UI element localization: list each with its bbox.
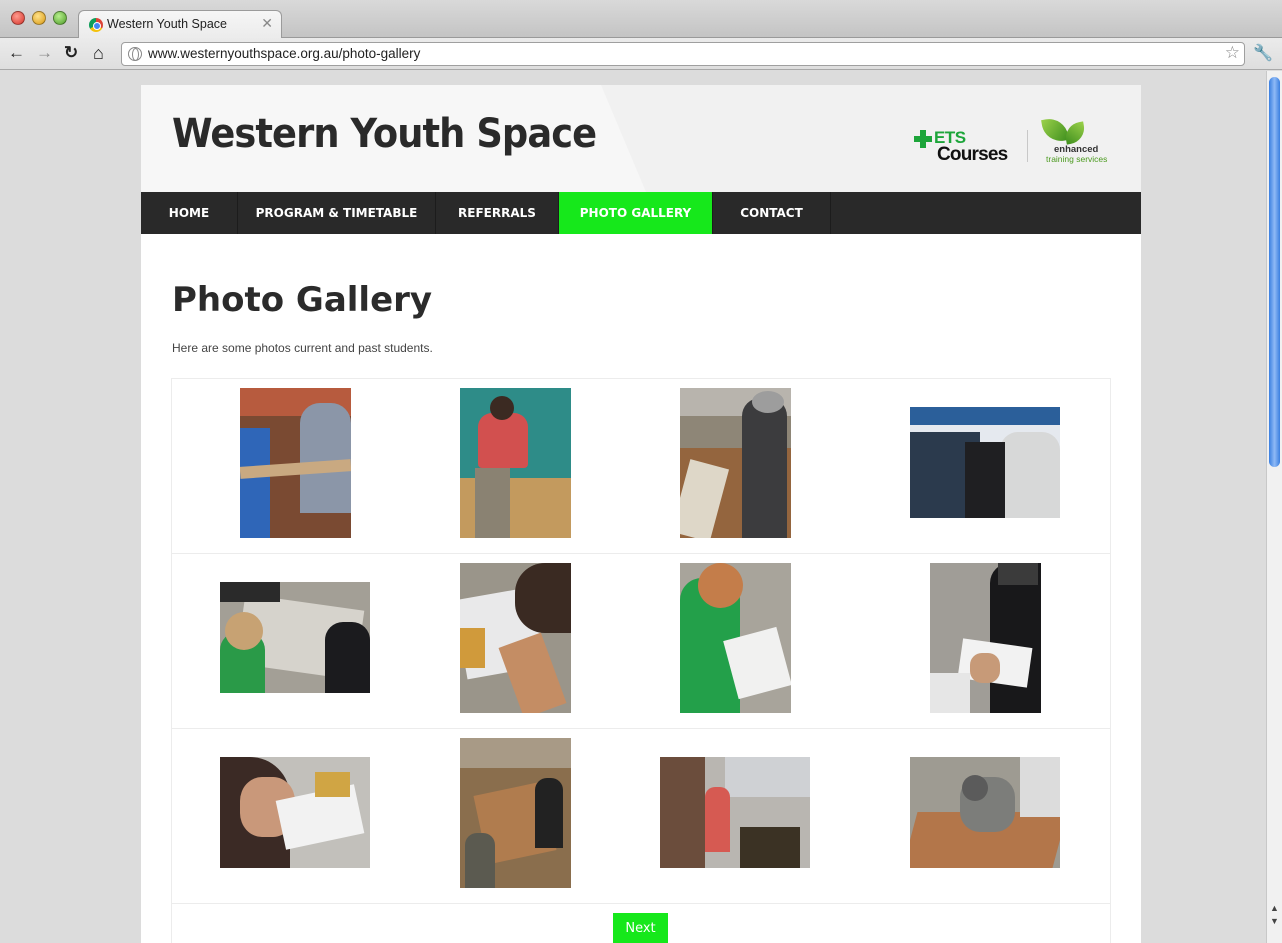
scroll-up-arrow-icon[interactable]: ▲ xyxy=(1270,903,1279,913)
gallery-row xyxy=(172,379,1110,554)
star-icon[interactable]: ☆ xyxy=(1225,43,1240,63)
gallery-photo[interactable] xyxy=(680,563,791,713)
window-zoom-button[interactable] xyxy=(53,11,67,25)
scrollbar-thumb[interactable] xyxy=(1269,77,1280,467)
nav-program-timetable[interactable]: PROGRAM & TIMETABLE xyxy=(238,192,436,234)
window-close-button[interactable] xyxy=(11,11,25,25)
page-title: Photo Gallery xyxy=(172,280,433,320)
gallery-row xyxy=(172,554,1110,729)
photo-gallery-grid xyxy=(171,378,1111,943)
reload-icon[interactable]: ↻ xyxy=(64,42,78,64)
gallery-photo[interactable] xyxy=(240,388,351,538)
address-bar[interactable]: www.westernyouthspace.org.au/photo-galle… xyxy=(121,42,1245,66)
leaf-icon xyxy=(1063,121,1087,145)
browser-titlebar: Western Youth Space ✕ xyxy=(0,0,1282,39)
nav-photo-gallery[interactable]: PHOTO GALLERY xyxy=(559,192,713,234)
nav-contact[interactable]: CONTACT xyxy=(713,192,831,234)
gallery-photo[interactable] xyxy=(660,757,810,868)
page-viewport: Western Youth Space ETS Courses enhanced… xyxy=(0,71,1266,943)
nav-referrals[interactable]: REFERRALS xyxy=(436,192,559,234)
main-navigation: HOME PROGRAM & TIMETABLE REFERRALS PHOTO… xyxy=(141,192,1141,234)
wrench-icon[interactable]: 🔧 xyxy=(1253,43,1273,63)
chrome-favicon-icon xyxy=(89,18,103,32)
browser-toolbar: ← → ↻ ⌂ www.westernyouthspace.org.au/pho… xyxy=(0,38,1282,70)
enhanced-training-logo[interactable]: enhanced training services xyxy=(1041,116,1111,168)
gallery-photo[interactable] xyxy=(460,388,571,538)
browser-tab[interactable]: Western Youth Space ✕ xyxy=(78,10,282,39)
logo-courses-text: Courses xyxy=(937,144,1008,165)
gallery-photo[interactable] xyxy=(680,388,791,538)
tab-title: Western Youth Space xyxy=(107,17,227,31)
url-text[interactable]: www.westernyouthspace.org.au/photo-galle… xyxy=(148,46,420,61)
scroll-down-arrow-icon[interactable]: ▼ xyxy=(1270,916,1279,926)
page-scrollbar[interactable]: ▲ ▼ xyxy=(1266,71,1282,943)
site-title[interactable]: Western Youth Space xyxy=(172,111,597,157)
logo-training-text: training services xyxy=(1046,154,1108,164)
site-header: Western Youth Space ETS Courses enhanced… xyxy=(141,85,1141,192)
window-minimize-button[interactable] xyxy=(32,11,46,25)
tab-close-icon[interactable]: ✕ xyxy=(261,15,273,32)
home-icon[interactable]: ⌂ xyxy=(93,42,104,64)
gallery-photo[interactable] xyxy=(460,563,571,713)
nav-home[interactable]: HOME xyxy=(141,192,238,234)
gallery-photo[interactable] xyxy=(220,582,370,693)
site-container: Western Youth Space ETS Courses enhanced… xyxy=(141,85,1141,943)
gallery-row xyxy=(172,729,1110,904)
globe-icon xyxy=(128,47,142,61)
gallery-photo[interactable] xyxy=(460,738,571,888)
gallery-photo[interactable] xyxy=(220,757,370,868)
forward-icon[interactable]: → xyxy=(36,42,53,64)
next-page-button[interactable]: Next xyxy=(613,913,668,943)
gallery-photo[interactable] xyxy=(930,563,1041,713)
plus-icon xyxy=(914,130,932,148)
back-icon[interactable]: ← xyxy=(8,42,25,64)
intro-text: Here are some photos current and past st… xyxy=(172,341,433,355)
logo-divider xyxy=(1027,130,1028,162)
gallery-photo[interactable] xyxy=(910,407,1060,518)
leaf-icon xyxy=(1041,116,1069,144)
gallery-photo[interactable] xyxy=(910,757,1060,868)
